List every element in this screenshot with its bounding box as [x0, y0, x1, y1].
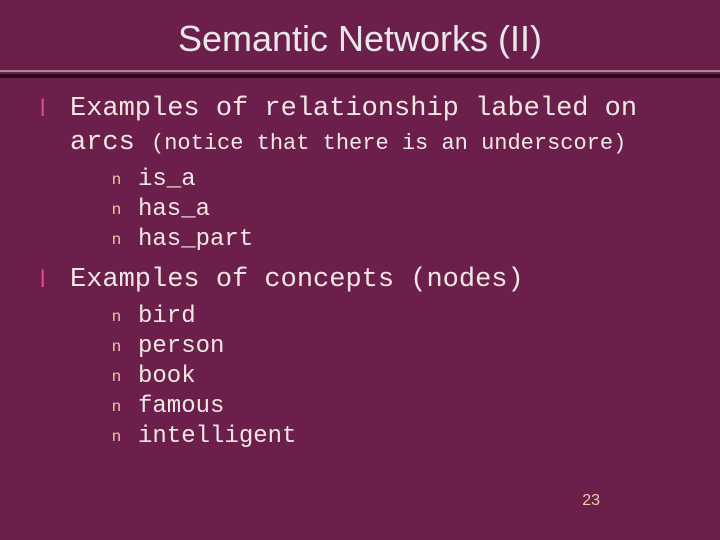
bullet-level2: n has_part [112, 225, 696, 255]
page-number: 23 [582, 492, 600, 510]
bullet-n-icon: n [112, 422, 138, 452]
bullet-level2-text: book [138, 362, 196, 392]
bullet-level1: l Examples of concepts (nodes) [40, 263, 696, 298]
section-lead: Examples of concepts (nodes) [70, 265, 524, 295]
bullet-l-icon: l [40, 92, 70, 126]
slide-body: l Examples of relationship labeled on ar… [0, 78, 720, 452]
bullet-level2: n is_a [112, 165, 696, 195]
sublist: n bird n person n book n famous n intell… [40, 302, 696, 452]
bullet-level2-text: person [138, 332, 224, 362]
bullet-n-icon: n [112, 302, 138, 332]
bullet-level2-text: bird [138, 302, 196, 332]
bullet-level2: n intelligent [112, 422, 696, 452]
slide: Semantic Networks (II) l Examples of rel… [0, 0, 720, 540]
bullet-n-icon: n [112, 225, 138, 255]
bullet-n-icon: n [112, 195, 138, 225]
bullet-l-icon: l [40, 263, 70, 297]
bullet-level2: n person [112, 332, 696, 362]
bullet-level2: n has_a [112, 195, 696, 225]
bullet-n-icon: n [112, 392, 138, 422]
bullet-n-icon: n [112, 165, 138, 195]
bullet-level2: n famous [112, 392, 696, 422]
bullet-level2-text: intelligent [138, 422, 296, 452]
bullet-n-icon: n [112, 362, 138, 392]
bullet-level2-text: has_part [138, 225, 253, 255]
bullet-level1-text: Examples of relationship labeled on arcs… [70, 92, 696, 161]
bullet-level1-text: Examples of concepts (nodes) [70, 263, 696, 298]
sublist: n is_a n has_a n has_part [40, 165, 696, 255]
title-rule [0, 70, 720, 78]
section-note: (notice that there is an underscore) [151, 131, 626, 156]
bullet-level2: n book [112, 362, 696, 392]
bullet-level2: n bird [112, 302, 696, 332]
bullet-n-icon: n [112, 332, 138, 362]
slide-title: Semantic Networks (II) [0, 0, 720, 66]
bullet-level2-text: is_a [138, 165, 196, 195]
bullet-level1: l Examples of relationship labeled on ar… [40, 92, 696, 161]
bullet-level2-text: has_a [138, 195, 210, 225]
bullet-level2-text: famous [138, 392, 224, 422]
